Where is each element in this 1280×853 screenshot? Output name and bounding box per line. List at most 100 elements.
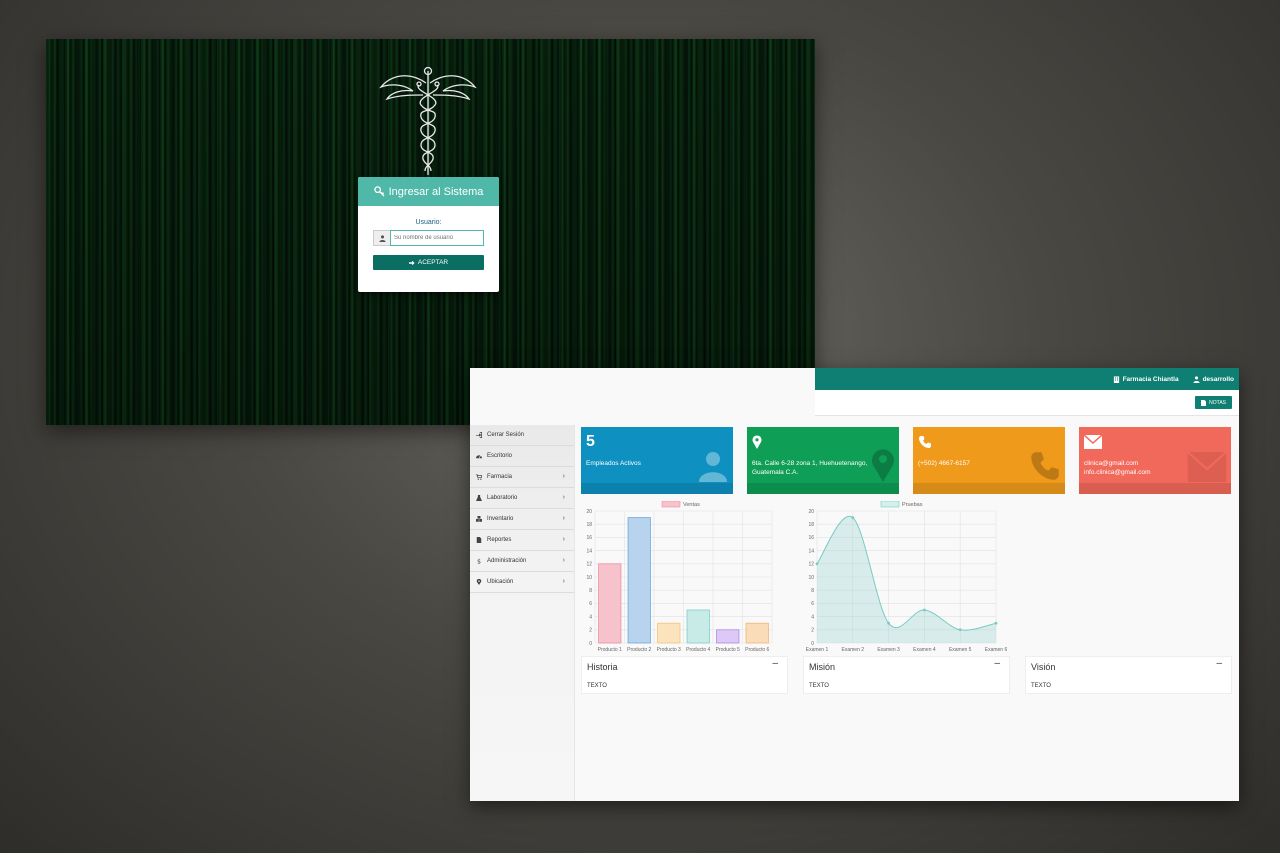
legend-label: Ventas [683, 502, 700, 508]
card-footer [747, 483, 899, 494]
email-text: clinica@gmail.com info.clinica@gmail.com [1084, 459, 1151, 477]
y-tick-label: 14 [586, 548, 592, 554]
card-address: 6ta. Calle 6-28 zona 1, Huehuetenango, G… [747, 427, 899, 494]
notes-button[interactable]: NOTAS [1195, 396, 1232, 409]
map-marker-icon [752, 435, 762, 449]
top-navbar: Farmacia Chiantla desarrollo [815, 368, 1239, 390]
bar [598, 563, 622, 644]
card-footer [913, 483, 1065, 494]
x-tick-label: Examen 2 [842, 647, 865, 653]
pharmacy-name: Farmacia Chiantla [1122, 375, 1179, 383]
y-tick-label: 0 [811, 641, 814, 647]
user-label: Usuario: [415, 219, 442, 226]
y-tick-label: 10 [808, 575, 814, 581]
user-addon [373, 230, 390, 246]
x-tick-label: Examen 1 [806, 647, 829, 653]
x-tick-label: Examen 6 [985, 647, 1008, 653]
data-point [958, 628, 962, 632]
y-tick-label: 2 [811, 628, 814, 634]
employees-count: 5 [586, 433, 595, 450]
flask-icon [476, 495, 482, 501]
panel-body: TEXTO [1031, 683, 1051, 689]
data-point [815, 562, 819, 566]
chevron-right-icon: › [562, 494, 565, 501]
chevron-right-icon: › [562, 473, 565, 480]
sidebar-item-reportes[interactable]: Reportes › [470, 530, 574, 551]
accept-button[interactable]: ACEPTAR [373, 255, 484, 270]
login-title: Ingresar al Sistema [388, 185, 484, 198]
user-menu[interactable]: desarrollo [1193, 376, 1234, 383]
sidebar-item-administracion[interactable]: $ Administración › [470, 551, 574, 572]
username-input[interactable] [390, 230, 484, 246]
y-tick-label: 12 [808, 562, 814, 568]
envelope-icon [1187, 452, 1227, 482]
notes-label: NOTAS [1209, 399, 1226, 406]
pharmacy-menu[interactable]: Farmacia Chiantla [1113, 376, 1179, 383]
user-icon [378, 234, 386, 242]
y-tick-label: 2 [589, 628, 592, 634]
line-chart-svg: Pruebas 0 2 4 6 8 10 12 14 16 18 20 Examen 1 Examen 2… [806, 500, 1008, 653]
employees-label: Empleados Activos [586, 460, 641, 467]
email-line-2: info.clinica@gmail.com [1084, 469, 1151, 476]
login-box: Ingresar al Sistema Usuario: ACEPTAR [358, 177, 499, 292]
y-tick-label: 8 [589, 588, 592, 594]
sidebar-item-label: Inventario [487, 516, 514, 522]
building-icon [1113, 375, 1119, 383]
panel-mision: Misión – TEXTO [803, 656, 1010, 694]
y-tick-label: 16 [586, 535, 592, 541]
panel-body: TEXTO [587, 683, 607, 689]
sidebar-item-inventario[interactable]: Inventario › [470, 509, 574, 530]
data-point [887, 621, 890, 625]
legend-swatch [661, 500, 681, 508]
collapse-minus-icon[interactable]: – [994, 658, 1000, 669]
y-tick-label: 20 [808, 509, 814, 515]
panel-title: Historia [587, 662, 618, 672]
y-tick-label: 12 [586, 562, 592, 568]
x-tick-label: Producto 2 [627, 647, 651, 653]
x-tick-label: Producto 3 [657, 647, 681, 653]
svg-text:$: $ [477, 559, 481, 564]
x-tick-label: Producto 4 [686, 647, 710, 653]
bar [716, 629, 740, 644]
y-tick-label: 10 [586, 575, 592, 581]
panel-vision: Visión – TEXTO [1025, 656, 1232, 694]
sidebar-item-farmacia[interactable]: Farmacia › [470, 467, 574, 488]
sidebar-item-label: Laboratorio [487, 495, 518, 501]
sidebar-item-ubicacion[interactable]: Ubicación › [470, 572, 574, 593]
key-icon [373, 186, 385, 197]
cubes-icon [476, 516, 482, 522]
y-tick-label: 18 [808, 522, 814, 528]
dollar-icon: $ [477, 559, 481, 564]
y-tick-label: 14 [808, 548, 814, 554]
map-marker-icon [476, 579, 482, 585]
x-tick-label: Producto 6 [745, 647, 769, 653]
sidebar-item-label: Administración [487, 558, 527, 564]
area-fill [817, 516, 996, 643]
y-tick-label: 4 [589, 614, 592, 620]
phone-icon [919, 436, 931, 448]
card-footer [581, 483, 733, 494]
login-header: Ingresar al Sistema [358, 177, 499, 206]
x-tick-label: Examen 3 [877, 647, 900, 653]
collapse-minus-icon[interactable]: – [1216, 658, 1222, 669]
bar [686, 609, 710, 644]
sidebar-item-label: Cerrar Sesión [487, 432, 525, 438]
sales-bar-chart: Ventas 0 2 4 6 8 10 12 14 16 18 20 Producto 1 Product… [581, 500, 774, 657]
sidebar-item-laboratorio[interactable]: Laboratorio › [470, 488, 574, 509]
sub-toolbar: NOTAS [815, 390, 1239, 416]
bar-chart-svg: Ventas 0 2 4 6 8 10 12 14 16 18 20 Producto 1 Product… [586, 500, 773, 653]
user-name: desarrollo [1202, 375, 1234, 383]
y-tick-label: 0 [589, 641, 592, 647]
sidebar-item-logout[interactable]: Cerrar Sesión [470, 425, 574, 446]
y-tick-label: 8 [811, 588, 814, 594]
panel-title: Misión [809, 662, 836, 672]
y-tick-label: 18 [586, 522, 592, 528]
sidebar-item-escritorio[interactable]: Escritorio [470, 446, 574, 467]
x-tick-label: Examen 5 [949, 647, 972, 653]
chevron-right-icon: › [562, 557, 565, 564]
bar [745, 622, 769, 644]
collapse-minus-icon[interactable]: – [772, 658, 778, 669]
card-email: clinica@gmail.com info.clinica@gmail.com [1079, 427, 1231, 494]
file-icon [1201, 399, 1207, 406]
card-footer [1079, 483, 1231, 494]
